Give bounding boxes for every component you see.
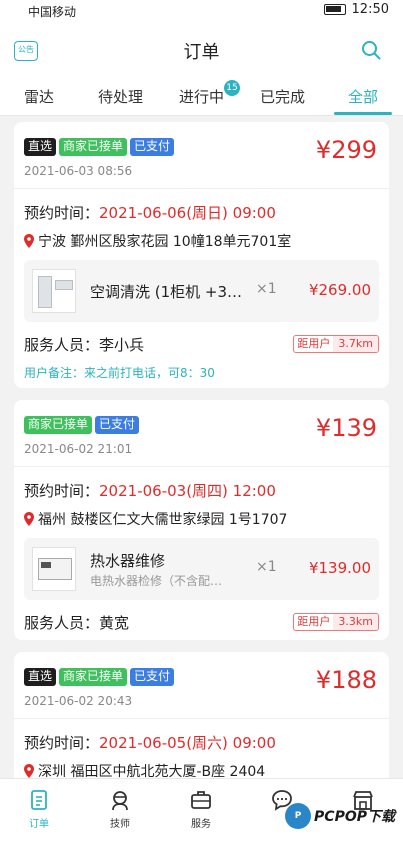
location-pin-icon [24, 234, 34, 248]
tabbar-label: 服务 [191, 819, 211, 830]
tab-all[interactable]: 全部 [348, 86, 378, 107]
service-staff: 服务人员：李小兵 [24, 334, 144, 355]
location-pin-icon [24, 764, 34, 778]
search-icon[interactable] [361, 40, 381, 60]
accepted-tag: 商家已接单 [24, 416, 93, 434]
in-progress-count-badge: 15 [224, 80, 241, 96]
staff-label: 服务人员： [24, 336, 100, 354]
tab-completed[interactable]: 已完成 [260, 86, 305, 107]
distance-value: 3.7km [333, 336, 378, 352]
order-card[interactable]: 直选 商家已接单 已支付 ¥188 2021-06-02 20:43 预约时间：… [14, 652, 389, 792]
status-bar: 中国移动 12:50 [0, 0, 403, 22]
tabbar-label: 订单 [29, 819, 49, 830]
appointment-label: 预约时间： [24, 482, 100, 500]
technician-icon [112, 791, 128, 811]
distance-badge: 距用户 3.3km [293, 613, 379, 631]
tabbar-technician[interactable]: 技师 [90, 789, 150, 830]
distance-label: 距用户 [297, 615, 331, 628]
distance-label: 距用户 [297, 337, 331, 350]
item-description: 电热水器检修（不含配… [90, 574, 223, 588]
user-remark: 用户备注：来之前打电话，可8：30 [24, 366, 215, 380]
staff-name: 李小兵 [99, 336, 145, 354]
divider [14, 188, 389, 189]
accepted-tag: 商家已接单 [59, 668, 128, 686]
staff-label: 服务人员： [24, 614, 100, 632]
service-icon [191, 791, 211, 809]
paid-tag: 已支付 [95, 416, 140, 434]
address-text: 福州 鼓楼区仁文大儒世家绿园 1号1707 [38, 512, 288, 528]
order-icon [31, 790, 47, 810]
direct-tag: 直选 [24, 138, 57, 156]
address: 宁波 鄞州区殷家花园 10幢18单元701室 [24, 231, 291, 251]
item-quantity: ×1 [256, 559, 277, 575]
paid-tag: 已支付 [130, 138, 175, 156]
order-date: 2021-06-02 20:43 [24, 694, 133, 708]
accepted-tag: 商家已接单 [59, 138, 128, 156]
order-card[interactable]: 直选 商家已接单 已支付 ¥299 2021-06-03 08:56 预约时间：… [14, 122, 389, 388]
battery-icon [323, 4, 346, 15]
item-name: 空调清洗 (1柜机 +3… [90, 283, 243, 301]
item-price: ¥269.00 [308, 281, 371, 299]
service-item[interactable]: 空调清洗 (1柜机 +3… ×1 ¥269.00 [24, 260, 379, 322]
nav-bar: 公告 订单 [0, 22, 403, 78]
item-quantity: ×1 [256, 281, 277, 297]
item-price: ¥139.00 [308, 559, 371, 577]
order-price: ¥139 [315, 414, 377, 442]
carrier-label: 中国移动 [28, 5, 77, 19]
appointment-value: 2021-06-05(周六) 09:00 [99, 734, 276, 752]
tab-radar[interactable]: 雷达 [24, 86, 54, 107]
appointment-time: 预约时间：2021-06-03(周四) 12:00 [24, 480, 276, 501]
order-status-tabs: 雷达 待处理 进行中 15 已完成 全部 [0, 78, 403, 116]
tab-in-progress[interactable]: 进行中 15 [179, 80, 241, 107]
distance-value: 3.3km [333, 614, 378, 630]
appointment-label: 预约时间： [24, 734, 100, 752]
appointment-time: 预约时间：2021-06-06(周日) 09:00 [24, 202, 276, 223]
watermark-text: PCPOP下载 [314, 809, 395, 825]
paid-tag: 已支付 [130, 668, 175, 686]
tabbar-service[interactable]: 服务 [171, 789, 231, 830]
water-heater-thumbnail [32, 547, 76, 591]
appointment-value: 2021-06-06(周日) 09:00 [99, 204, 276, 222]
order-date: 2021-06-02 21:01 [24, 442, 133, 456]
direct-tag: 直选 [24, 668, 57, 686]
page-title: 订单 [183, 42, 220, 63]
item-name: 热水器维修 [90, 552, 166, 570]
divider [14, 466, 389, 467]
service-item[interactable]: 热水器维修 电热水器检修（不含配… ×1 ¥139.00 [24, 538, 379, 600]
tabbar-label: 技师 [110, 819, 130, 830]
service-staff: 服务人员：黄宽 [24, 612, 129, 633]
order-price: ¥188 [315, 666, 377, 694]
appointment-value: 2021-06-03(周四) 12:00 [99, 482, 276, 500]
tab-pending[interactable]: 待处理 [98, 86, 143, 107]
appointment-label: 预约时间： [24, 204, 100, 222]
appointment-time: 预约时间：2021-06-05(周六) 09:00 [24, 732, 276, 753]
order-price: ¥299 [315, 136, 377, 164]
tab-in-progress-label: 进行中 [179, 88, 225, 106]
order-card[interactable]: 商家已接单 已支付 ¥139 2021-06-02 21:01 预约时间：202… [14, 400, 389, 640]
order-date: 2021-06-03 08:56 [24, 164, 133, 178]
divider [14, 718, 389, 719]
location-pin-icon [24, 512, 34, 526]
address: 福州 鼓楼区仁文大儒世家绿园 1号1707 [24, 509, 287, 529]
watermark-logo: P [285, 803, 312, 829]
active-tab-indicator [334, 112, 392, 115]
clock: 12:50 [351, 2, 389, 17]
tabbar-orders[interactable]: 订单 [9, 789, 69, 830]
distance-badge: 距用户 3.7km [293, 335, 379, 353]
watermark: P PCPOP下载 [285, 803, 395, 829]
address-text: 宁波 鄞州区殷家花园 10幢18单元701室 [38, 234, 292, 250]
air-conditioner-thumbnail [32, 269, 76, 313]
staff-name: 黄宽 [99, 614, 130, 632]
